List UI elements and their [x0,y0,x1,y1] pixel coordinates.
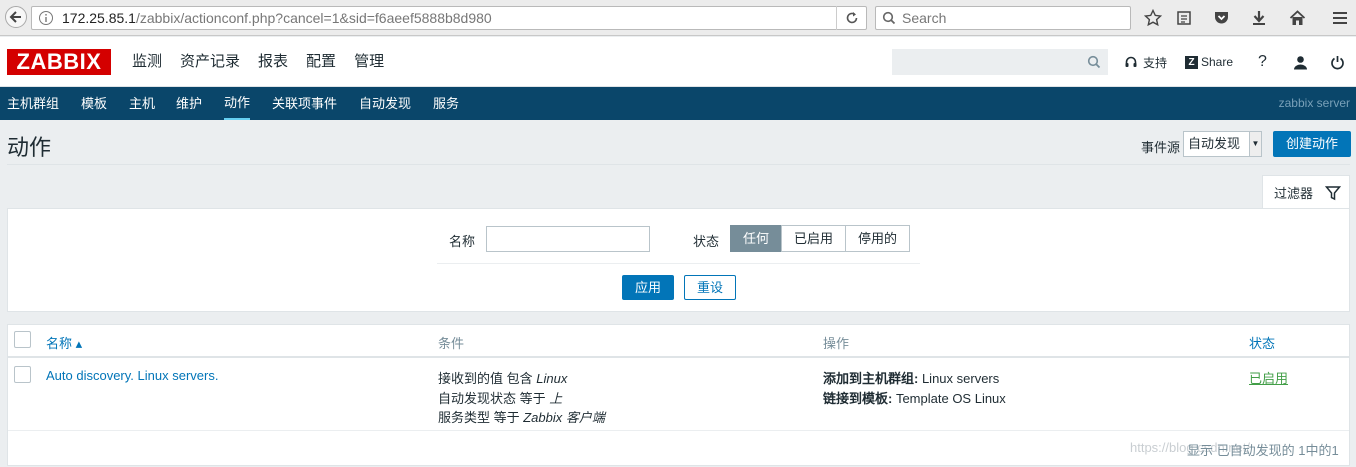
table-footer-count: 显示 已自动发现的 1中的1 [1187,443,1339,458]
column-status-header[interactable]: 状态 [1249,333,1275,352]
operation-label: 链接到模板: [823,391,893,406]
home-icon[interactable] [1287,8,1307,28]
dropdown-arrow-icon: ▼ [1249,132,1261,156]
operation-value: Template OS Linux [892,391,1006,406]
apply-button[interactable]: 应用 [622,275,674,300]
operation-line: 添加到主机群组: Linux servers [823,368,999,387]
user-icon [1294,55,1307,69]
status-enabled-radio[interactable]: 已启用 [781,225,846,252]
subnav-discovery[interactable]: 自动发现 [359,87,411,120]
condition-line: 自动发现状态 等于 上 [438,388,562,407]
back-button[interactable] [5,6,27,28]
subnav-correlation[interactable]: 关联项事件 [272,87,337,120]
row-checkbox[interactable] [14,366,31,383]
column-conditions-header: 条件 [438,336,465,351]
url-bar[interactable]: 172.25.85.1/zabbix/actionconf.php?cancel… [31,6,867,30]
filter-tab[interactable]: 过滤器 [1262,175,1350,209]
table-header-divider [8,356,1349,358]
bookmark-star-icon[interactable] [1143,8,1163,28]
user-profile-button[interactable] [1293,37,1308,87]
top-menu: 监测 资产记录 报表 配置 管理 [123,37,393,87]
filter-status-label: 状态 [693,234,720,249]
condition-text: 自动发现状态 等于 [438,391,550,406]
event-source-value: 自动发现 [1188,136,1241,151]
search-icon [882,11,896,25]
power-icon [1331,55,1344,69]
menu-reports[interactable]: 报表 [249,37,297,87]
operation-label: 添加到主机群组: [823,371,919,386]
share-link[interactable]: Z Share [1185,37,1233,87]
sub-navigation: 主机群组 模板 主机 维护 动作 关联项事件 自动发现 服务 zabbix se… [0,87,1356,120]
url-path: /zabbix/actionconf.php?cancel=1&sid=f6ae… [135,10,492,26]
action-name-link[interactable]: Auto discovery. Linux servers. [46,368,218,383]
filter-panel [7,208,1350,312]
event-source-label: 事件源 [1141,140,1181,155]
subnav-host-groups[interactable]: 主机群组 [7,87,59,120]
filter-tab-label: 过滤器 [1274,186,1314,201]
browser-search-placeholder: Search [902,10,947,26]
subnav-templates[interactable]: 模板 [81,87,107,120]
header-search-input[interactable] [892,49,1108,75]
headset-icon [1125,56,1137,67]
column-operations-header: 操作 [823,336,850,351]
back-arrow-icon [9,11,21,23]
row-divider [8,430,1349,431]
condition-line: 服务类型 等于 Zabbix 客户端 [438,407,605,426]
subnav-services[interactable]: 服务 [433,87,459,120]
filter-name-input[interactable] [486,226,650,252]
search-icon[interactable] [1087,55,1101,69]
status-any-radio[interactable]: 任何 [730,225,782,252]
menu-monitoring[interactable]: 监测 [123,37,171,87]
browser-search-input[interactable]: Search [875,6,1131,30]
url-host: 172.25.85.1 [62,10,136,26]
filter-divider [437,263,920,264]
menu-administration[interactable]: 管理 [345,37,393,87]
share-z-icon: Z [1185,55,1198,69]
subnav-hosts[interactable]: 主机 [129,87,155,120]
create-action-button[interactable]: 创建动作 [1273,131,1351,157]
condition-value: 上 [549,391,563,406]
zabbix-header: ZABBIX 监测 资产记录 报表 配置 管理 支持 Z Share ? [0,37,1356,87]
info-icon[interactable] [38,10,54,26]
help-button[interactable]: ? [1258,37,1267,87]
condition-text: 服务类型 等于 [438,410,524,425]
sign-out-button[interactable] [1330,37,1345,87]
page-title: 动作 [7,135,52,160]
condition-value: Zabbix 客户端 [523,410,605,425]
share-label: Share [1201,55,1234,69]
reload-icon [846,12,858,24]
menu-configuration[interactable]: 配置 [297,37,345,87]
status-toggle-link[interactable]: 已启用 [1249,368,1288,387]
subnav-maintenance[interactable]: 维护 [176,87,202,120]
funnel-icon [1325,185,1342,200]
event-source-select[interactable]: 自动发现 ▼ [1183,131,1262,157]
support-link[interactable]: 支持 [1124,37,1167,87]
subnav-actions[interactable]: 动作 [224,87,251,120]
pocket-icon[interactable] [1211,8,1231,28]
condition-line: 接收到的值 包含 Linux [438,368,567,387]
column-name-header[interactable]: 名称 ▴ [46,333,82,352]
menu-inventory[interactable]: 资产记录 [171,37,249,87]
title-divider [7,164,1350,165]
menu-icon[interactable] [1330,8,1350,28]
filter-name-label: 名称 [449,234,476,249]
condition-text: 接收到的值 包含 [438,371,537,386]
operation-line: 链接到模板: Template OS Linux [823,388,1006,407]
reload-button[interactable] [836,6,867,30]
support-label: 支持 [1143,55,1168,70]
server-name: zabbix server [1278,96,1350,110]
browser-toolbar: 172.25.85.1/zabbix/actionconf.php?cancel… [0,0,1356,36]
download-icon[interactable] [1249,8,1269,28]
zabbix-logo[interactable]: ZABBIX [7,49,111,75]
condition-value: Linux [536,371,568,386]
select-all-checkbox[interactable] [14,331,31,348]
operation-value: Linux servers [918,371,1000,386]
reading-list-icon[interactable] [1174,8,1194,28]
reset-button[interactable]: 重设 [684,275,736,300]
status-disabled-radio[interactable]: 停用的 [845,225,910,252]
